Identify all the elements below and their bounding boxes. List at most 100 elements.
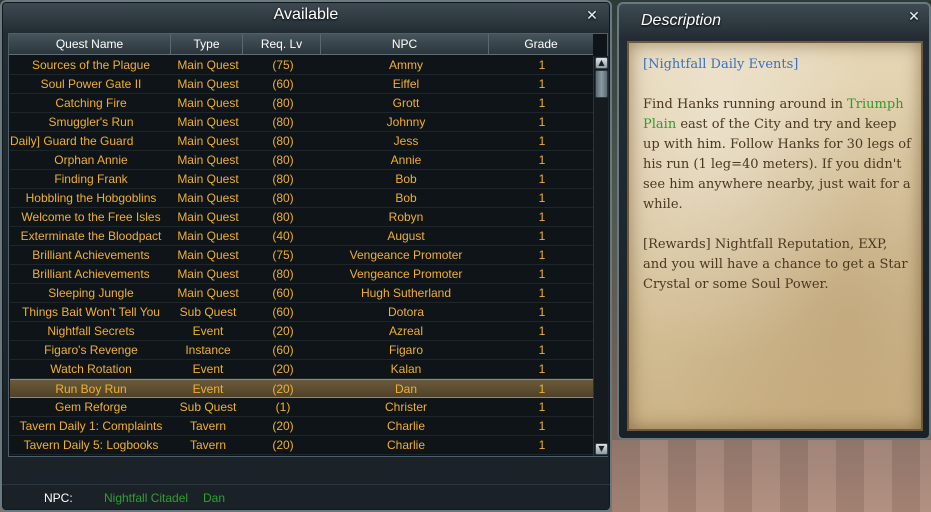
scroll-thumb[interactable] bbox=[595, 70, 608, 98]
background-scenery bbox=[612, 440, 931, 512]
req-level-cell: (20) bbox=[272, 382, 294, 396]
req-level-cell: (1) bbox=[275, 400, 291, 414]
npc-cell: Kalan bbox=[390, 362, 422, 376]
table-row[interactable]: Smuggler's Run Main Quest (80) Johnny 1 bbox=[10, 113, 594, 132]
table-row[interactable]: Finding Frank Main Quest (80) Bob 1 bbox=[10, 170, 594, 189]
grade-cell: 1 bbox=[538, 438, 546, 452]
table-row[interactable]: Daily] Guard the Guard Main Quest (80) Jess… bbox=[10, 132, 594, 151]
table-row[interactable]: Run Boy Run Event (20) Dan 1 bbox=[10, 379, 594, 398]
table-row[interactable]: Catching Fire Main Quest (80) Grott 1 bbox=[10, 94, 594, 113]
quest-type-cell: Main Quest bbox=[177, 115, 239, 129]
grade-cell: 1 bbox=[538, 286, 546, 300]
quest-name-cell: Daily] Guard the Guard bbox=[10, 134, 134, 148]
close-icon[interactable]: ✕ bbox=[906, 9, 922, 25]
quest-name-cell: Welcome to the Free Isles bbox=[21, 210, 161, 224]
close-icon[interactable]: ✕ bbox=[584, 8, 600, 24]
column-header-npc[interactable]: NPC bbox=[321, 34, 489, 55]
req-level-cell: (80) bbox=[272, 210, 294, 224]
npc-footer: NPC: Nightfall Citadel Dan bbox=[2, 484, 610, 510]
quest-type-cell: Main Quest bbox=[177, 172, 239, 186]
scroll-down-icon[interactable]: ▼ bbox=[595, 443, 608, 455]
req-level-cell: (80) bbox=[272, 115, 294, 129]
grade-cell: 1 bbox=[538, 134, 546, 148]
table-row[interactable]: Soul Power Gate II Main Quest (60) Eiffel 1 bbox=[10, 75, 594, 94]
window-title: Available bbox=[273, 6, 339, 23]
req-level-cell: (60) bbox=[272, 305, 294, 319]
quest-name-cell: Nightfall Secrets bbox=[47, 324, 135, 338]
quest-name-cell: Finding Frank bbox=[54, 172, 128, 186]
npc-cell: Charlie bbox=[386, 438, 425, 452]
npc-cell: Bob bbox=[395, 191, 417, 205]
req-level-cell: (60) bbox=[272, 77, 294, 91]
table-row[interactable]: Nightfall Secrets Event (20) Azreal 1 bbox=[10, 322, 594, 341]
table-row[interactable]: Brilliant Achievements Main Quest (80) Veng… bbox=[10, 265, 594, 284]
description-window: Description ✕ [Nightfall Daily Events] F… bbox=[617, 2, 931, 440]
quest-name-cell: Sources of the Plague bbox=[31, 58, 151, 72]
quest-name-cell: Things Bait Won't Tell You bbox=[22, 305, 160, 319]
grade-cell: 1 bbox=[538, 58, 546, 72]
npc-cell: Robyn bbox=[388, 210, 424, 224]
table-row[interactable]: Things Bait Won't Tell You Sub Quest (60) D… bbox=[10, 303, 594, 322]
column-header-quest-name[interactable]: Quest Name bbox=[9, 34, 171, 55]
quest-name-cell: Soul Power Gate II bbox=[40, 77, 142, 91]
quest-type-cell: Event bbox=[192, 324, 224, 338]
quest-list: Quest Name Type Req. Lv NPC Grade Source… bbox=[8, 33, 608, 457]
grade-cell: 1 bbox=[538, 248, 546, 262]
table-row[interactable]: Exterminate the Bloodpact Main Quest (40) A… bbox=[10, 227, 594, 246]
npc-cell: Jess bbox=[393, 134, 419, 148]
npc-cell: Ammy bbox=[389, 58, 423, 72]
quest-type-cell: Main Quest bbox=[177, 96, 239, 110]
grade-cell: 1 bbox=[538, 210, 546, 224]
grade-cell: 1 bbox=[538, 153, 546, 167]
grade-cell: 1 bbox=[538, 115, 546, 129]
grade-cell: 1 bbox=[538, 362, 546, 376]
quest-type-cell: Sub Quest bbox=[179, 400, 237, 414]
quest-type-cell: Sub Quest bbox=[179, 305, 237, 319]
npc-cell: Johnny bbox=[386, 115, 426, 129]
table-row[interactable]: Gem Reforge Sub Quest (1) Christer 1 bbox=[10, 398, 594, 417]
column-header-type[interactable]: Type bbox=[171, 34, 243, 55]
column-header-req-lv[interactable]: Req. Lv bbox=[243, 34, 321, 55]
column-header-grade[interactable]: Grade bbox=[489, 34, 593, 55]
grade-cell: 1 bbox=[538, 305, 546, 319]
grade-cell: 1 bbox=[538, 191, 546, 205]
table-row[interactable]: Tavern Daily 5: Logbooks Tavern (20) Charli… bbox=[10, 436, 594, 455]
table-row[interactable]: Brilliant Achievements Main Quest (75) Veng… bbox=[10, 246, 594, 265]
req-level-cell: (80) bbox=[272, 134, 294, 148]
scroll-up-icon[interactable]: ▲ bbox=[595, 57, 608, 69]
req-level-cell: (80) bbox=[272, 96, 294, 110]
table-row[interactable]: Sleeping Jungle Main Quest (60) Hugh Suther… bbox=[10, 284, 594, 303]
quest-type-cell: Main Quest bbox=[177, 153, 239, 167]
req-level-cell: (60) bbox=[272, 286, 294, 300]
body-text-end: east of the City and try and keep up wit… bbox=[643, 117, 911, 212]
npc-cell: Eiffel bbox=[392, 77, 420, 91]
quest-name-cell: Watch Rotation bbox=[50, 362, 132, 376]
description-body: Find Hanks running around in Triumph Pla… bbox=[643, 95, 913, 215]
npc-cell: Annie bbox=[390, 153, 422, 167]
quest-type-cell: Main Quest bbox=[177, 191, 239, 205]
table-row[interactable]: Figaro's Revenge Instance (60) Figaro 1 bbox=[10, 341, 594, 360]
npc-label: NPC: bbox=[44, 491, 73, 505]
req-level-cell: (20) bbox=[272, 324, 294, 338]
table-row[interactable]: Watch Rotation Event (20) Kalan 1 bbox=[10, 360, 594, 379]
quest-name-cell: Orphan Annie bbox=[54, 153, 128, 167]
grade-cell: 1 bbox=[538, 400, 546, 414]
table-row[interactable]: Welcome to the Free Isles Main Quest (80) R… bbox=[10, 208, 594, 227]
table-row[interactable]: Sources of the Plague Main Quest (75) Ammy 1 bbox=[10, 56, 594, 75]
npc-cell: Grott bbox=[392, 96, 420, 110]
table-row[interactable]: Hobbling the Hobgoblins Main Quest (80) Bob… bbox=[10, 189, 594, 208]
npc-cell: Figaro bbox=[388, 343, 423, 357]
quest-name-cell: Figaro's Revenge bbox=[44, 343, 138, 357]
npc-name: Dan bbox=[203, 491, 226, 505]
description-title: Description bbox=[641, 12, 722, 29]
req-level-cell: (20) bbox=[272, 419, 294, 433]
description-parchment: [Nightfall Daily Events] Find Hanks runn… bbox=[627, 41, 923, 431]
grade-cell: 1 bbox=[538, 267, 546, 281]
req-level-cell: (20) bbox=[272, 362, 294, 376]
table-row[interactable]: Orphan Annie Main Quest (80) Annie 1 bbox=[10, 151, 594, 170]
req-level-cell: (20) bbox=[272, 438, 294, 452]
quest-name-cell: Brilliant Achievements bbox=[32, 248, 150, 262]
table-row[interactable]: Tavern Daily 1: Complaints Tavern (20) Char… bbox=[10, 417, 594, 436]
body-text-start: Find Hanks running around in bbox=[643, 97, 848, 112]
scrollbar[interactable]: ▲ ▼ bbox=[593, 56, 608, 456]
